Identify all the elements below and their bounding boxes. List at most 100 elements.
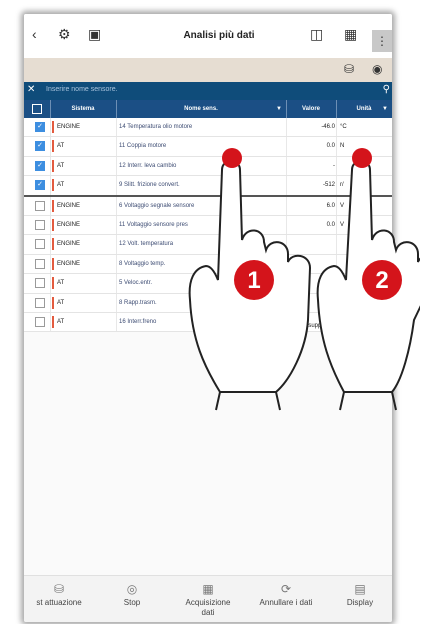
car-test-icon: ⛁ <box>53 582 65 596</box>
col-divider <box>50 118 51 137</box>
col-unit-label: Unità <box>356 106 372 112</box>
row-checkbox[interactable] <box>35 278 45 289</box>
acquire-data-label: Acquisizione dati <box>185 598 231 617</box>
two-finger-gesture-overlay: 1 2 <box>188 148 420 411</box>
search-icon[interactable]: ⚲ <box>383 84 390 95</box>
row-system: ENGINE <box>57 260 81 267</box>
system-color-bar <box>52 296 54 309</box>
system-color-bar <box>52 199 54 212</box>
row-sensor-name: 12 Volt. temperatura <box>119 241 174 248</box>
clear-data-button[interactable]: ⟳ Annullare i dati <box>246 582 326 607</box>
col-value[interactable]: Valore <box>286 100 337 118</box>
more-vert-icon[interactable]: ⋮ <box>372 30 392 52</box>
row-checkbox[interactable] <box>35 316 45 327</box>
row-checkbox[interactable]: ✓ <box>35 122 45 132</box>
system-color-bar <box>52 179 54 192</box>
back-arrow-icon[interactable]: ‹ <box>32 26 37 42</box>
unit-dropdown-icon[interactable]: ▼ <box>382 100 388 118</box>
row-system: AT <box>57 318 65 325</box>
row-sensor-name: 11 Voltaggio sensore pres <box>119 221 188 228</box>
record-icon[interactable]: ◉ <box>372 62 382 76</box>
col-divider <box>116 156 117 176</box>
row-sensor-name: 5 Veloc.entr. <box>119 280 153 287</box>
search-input[interactable]: Inserire nome sensore. <box>46 86 118 93</box>
finger-2-label: 2 <box>375 267 388 294</box>
system-color-bar <box>52 315 54 328</box>
sensor-search-bar[interactable]: ✕ Inserire nome sensore. ⚲ <box>24 82 392 100</box>
row-system: AT <box>57 143 65 150</box>
row-checkbox[interactable] <box>35 258 45 269</box>
table-header: Sistema Nome sens. ▼ Valore Unità ▼ <box>24 100 392 118</box>
col-divider <box>116 254 117 274</box>
row-system: ENGINE <box>57 124 81 130</box>
col-divider <box>50 215 51 235</box>
row-sensor-name: 8 Rapp.trasm. <box>119 299 157 306</box>
system-color-bar <box>52 218 54 231</box>
close-search-icon[interactable]: ✕ <box>27 84 35 95</box>
stop-icon: ◎ <box>126 582 138 596</box>
screenshot-icon[interactable]: ▦ <box>344 26 357 43</box>
system-color-bar <box>52 159 54 172</box>
system-color-bar <box>52 140 54 153</box>
refresh-icon: ⟳ <box>280 582 292 596</box>
display-label: Display <box>346 598 374 607</box>
top-app-bar: ‹ ⚙ ▣ Analisi più dati ◫ ▦ ⋮ <box>24 14 392 59</box>
row-system: AT <box>57 182 65 189</box>
row-system: ENGINE <box>57 221 81 228</box>
col-sensor-name-label: Nome sens. <box>184 106 218 112</box>
header-checkbox-cell[interactable] <box>24 100 51 118</box>
page-title: Analisi più dati <box>183 30 255 41</box>
row-sensor-name: 8 Voltaggio temp. <box>119 260 166 267</box>
col-divider <box>50 254 51 274</box>
tools-icon[interactable]: ▣ <box>88 26 101 43</box>
finger-1-label: 1 <box>247 267 260 294</box>
hand-2-icon: 2 <box>316 148 420 411</box>
row-checkbox[interactable] <box>35 200 45 211</box>
row-checkbox[interactable]: ✓ <box>35 160 45 171</box>
hand-1-icon: 1 <box>188 148 312 411</box>
col-divider <box>50 156 51 176</box>
display-icon: ▤ <box>354 582 366 596</box>
stop-button[interactable]: ◎ Stop <box>102 582 162 607</box>
bottom-toolbar: ⛁ st attuazione ◎ Stop ▦ Acquisizione da… <box>24 575 392 622</box>
row-sensor-name: 12 Interr. leva cambio <box>119 162 177 169</box>
col-sensor-name[interactable]: Nome sens. ▼ <box>116 100 287 118</box>
system-color-bar <box>52 238 54 251</box>
system-color-bar <box>52 121 54 133</box>
col-system[interactable]: Sistema <box>50 100 117 118</box>
system-color-bar <box>52 277 54 290</box>
display-button[interactable]: ▤ Display <box>328 582 392 607</box>
vehicle-connect-icon[interactable]: ⚙ <box>58 26 71 43</box>
row-checkbox[interactable] <box>35 297 45 308</box>
row-checkbox[interactable] <box>35 239 45 250</box>
clear-data-label: Annullare i dati <box>259 598 313 607</box>
col-divider <box>50 235 51 254</box>
col-divider <box>50 312 51 332</box>
col-divider <box>116 196 117 215</box>
col-divider <box>116 274 117 293</box>
sub-toolbar: ⛁ ◉ <box>24 58 392 82</box>
row-checkbox[interactable] <box>35 219 45 230</box>
acquire-data-button[interactable]: ▦ Acquisizione dati <box>172 582 244 618</box>
col-divider <box>116 176 117 195</box>
col-divider <box>50 176 51 195</box>
row-checkbox[interactable]: ✓ <box>35 141 45 152</box>
col-divider <box>116 215 117 235</box>
sensor-settings-icon[interactable]: ◫ <box>310 26 323 43</box>
sort-down-icon[interactable]: ▼ <box>276 100 282 118</box>
car-graph-icon[interactable]: ⛁ <box>344 62 354 76</box>
col-unit[interactable]: Unità ▼ <box>336 100 392 118</box>
row-system: AT <box>57 162 65 169</box>
active-test-button[interactable]: ⛁ st attuazione <box>24 582 94 607</box>
col-divider <box>50 196 51 215</box>
capture-icon: ▦ <box>202 582 214 596</box>
row-system: AT <box>57 299 65 306</box>
select-all-checkbox[interactable] <box>32 104 42 114</box>
col-divider <box>116 118 117 137</box>
row-checkbox[interactable]: ✓ <box>35 180 45 191</box>
system-color-bar <box>52 257 54 270</box>
active-test-label: st attuazione <box>36 598 82 607</box>
row-system: ENGINE <box>57 241 81 248</box>
stop-label: Stop <box>123 598 141 607</box>
col-divider <box>116 235 117 254</box>
